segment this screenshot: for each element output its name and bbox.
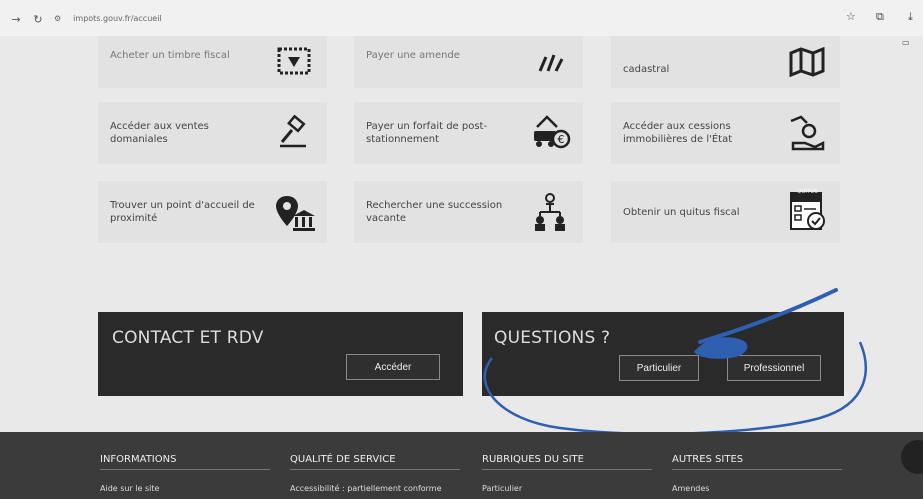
footer-heading: RUBRIQUES DU SITE bbox=[482, 454, 652, 470]
footer-link[interactable]: Accessibilité : partiellement conforme bbox=[290, 484, 460, 493]
footer-link[interactable]: Amendes bbox=[672, 484, 842, 493]
footer-heading: AUTRES SITES bbox=[672, 454, 842, 470]
annotation-arrow-line bbox=[698, 288, 838, 344]
footer-heading: QUALITÉ DE SERVICE bbox=[290, 454, 460, 470]
footer-column-informations: INFORMATIONS Aide sur le site bbox=[100, 454, 270, 493]
footer-link[interactable]: Aide sur le site bbox=[100, 484, 270, 493]
annotation-circle bbox=[483, 341, 867, 436]
footer-column-qualite: QUALITÉ DE SERVICE Accessibilité : parti… bbox=[290, 454, 460, 493]
footer-link[interactable]: Particulier bbox=[482, 484, 652, 493]
site-footer: INFORMATIONS Aide sur le site QUALITÉ DE… bbox=[0, 432, 923, 499]
footer-column-rubriques: RUBRIQUES DU SITE Particulier bbox=[482, 454, 652, 493]
footer-heading: INFORMATIONS bbox=[100, 454, 270, 470]
footer-column-autres-sites: AUTRES SITES Amendes bbox=[672, 454, 842, 493]
annotation-overlay bbox=[483, 288, 867, 436]
